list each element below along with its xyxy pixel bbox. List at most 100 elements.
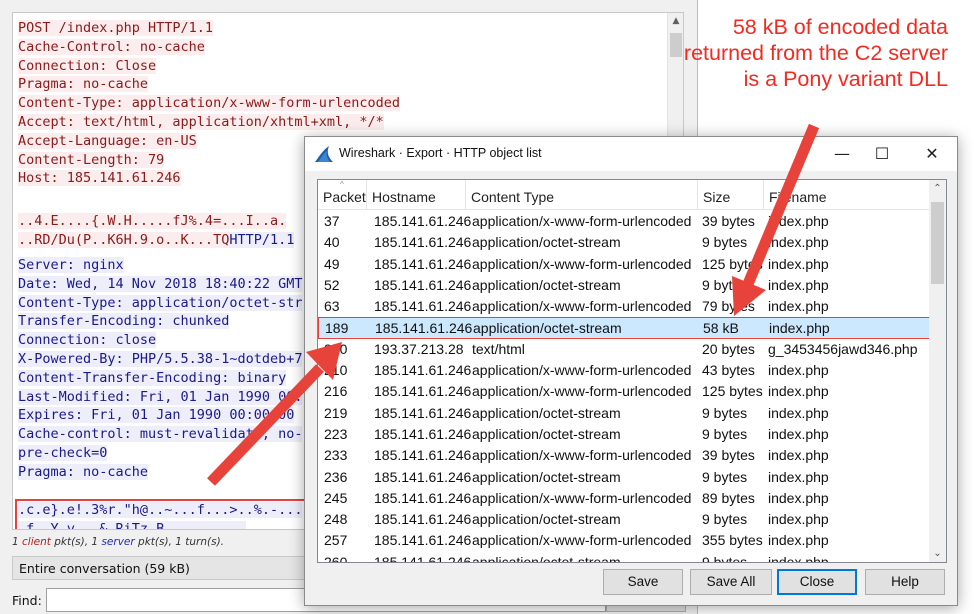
title-bar[interactable]: Wireshark · Export · HTTP object list — … <box>305 137 957 171</box>
cell-type: application/octet-stream <box>472 425 621 442</box>
cell-packet: 233 <box>324 447 348 464</box>
table-row[interactable]: 40 185.141.61.246 application/octet-stream… <box>318 232 930 253</box>
annotation-text: 58 kB of encoded data returned from the … <box>683 15 948 91</box>
cell-type: application/x-www-form-urlencoded <box>472 447 692 464</box>
cell-size: 9 bytes <box>702 468 748 485</box>
save-all-button[interactable]: Save All <box>690 569 772 595</box>
table-row[interactable]: 233 185.141.61.246 application/x-www-form-… <box>318 445 930 466</box>
cell-host: 185.141.61.246 <box>374 213 472 229</box>
column-filename[interactable]: Filename <box>764 180 930 210</box>
cell-packet: 245 <box>324 489 348 506</box>
table-row[interactable]: 200 193.37.213.28 text/html 20 bytes g_34534… <box>318 339 930 360</box>
cell-size: 9 bytes <box>702 404 748 421</box>
cell-host: 185.141.61.246 <box>374 425 472 442</box>
table-row[interactable]: 37 185.141.61.246 application/x-www-form-u… <box>318 211 930 232</box>
cell-packet: 236 <box>324 468 348 485</box>
cell-host: 193.37.213.28 <box>374 340 464 357</box>
cell-packet: 223 <box>324 425 348 442</box>
cell-type: application/x-www-form-urlencoded <box>472 383 692 400</box>
cell-file: index.php <box>769 320 830 337</box>
object-list[interactable]: ^ Packet Hostname Content Type Size File… <box>317 179 947 563</box>
cell-size: 355 bytes <box>702 532 763 549</box>
list-scrollbar[interactable]: ⌃ ⌄ <box>929 180 946 562</box>
cell-type: application/x-www-form-urlencoded <box>472 213 692 229</box>
cell-host: 185.141.61.246 <box>374 532 472 549</box>
cell-file: index.php <box>768 468 829 485</box>
table-row[interactable]: 63 185.141.61.246 application/x-www-form-u… <box>318 296 930 317</box>
cell-type: application/x-www-form-urlencoded <box>472 362 692 379</box>
table-row[interactable]: 245 185.141.61.246 application/x-www-form-… <box>318 488 930 509</box>
cell-size: 9 bytes <box>702 553 748 563</box>
request-body: ..4.E....{.W.H.....fJ%.4=...I..a. ..RD/D… <box>18 213 295 248</box>
cell-host: 185.141.61.246 <box>374 489 472 506</box>
table-row[interactable]: 260 185.141.61.246 application/octet-strea… <box>318 552 930 563</box>
table-row[interactable]: 223 185.141.61.246 application/octet-strea… <box>318 424 930 445</box>
close-icon[interactable]: ✕ <box>909 137 955 171</box>
list-header: ^ Packet Hostname Content Type Size File… <box>318 180 930 210</box>
cell-packet: 189 <box>325 320 349 337</box>
help-button[interactable]: Help <box>865 569 945 595</box>
cell-packet: 257 <box>324 532 348 549</box>
table-row[interactable]: 257 185.141.61.246 application/x-www-form-… <box>318 530 930 551</box>
cell-file: index.php <box>768 425 829 442</box>
cell-file: index.php <box>768 255 829 272</box>
cell-size: 9 bytes <box>702 425 748 442</box>
turns-summary: 1 client pkt(s), 1 server pkt(s), 1 turn… <box>12 536 225 548</box>
table-row[interactable]: 248 185.141.61.246 application/octet-strea… <box>318 509 930 530</box>
cell-packet: 210 <box>324 362 348 379</box>
scroll-up-icon[interactable]: ⌃ <box>929 180 946 197</box>
cell-type: application/octet-stream <box>472 511 621 528</box>
scroll-down-icon[interactable]: ⌄ <box>929 545 946 562</box>
cell-type: text/html <box>472 340 525 357</box>
cell-type: application/octet-stream <box>472 553 621 563</box>
export-object-dialog: Wireshark · Export · HTTP object list — … <box>304 136 958 606</box>
save-button[interactable]: Save <box>603 569 683 595</box>
cell-size: 39 bytes <box>702 447 755 464</box>
cell-host: 185.141.61.246 <box>374 404 472 421</box>
cell-file: g_3453456jawd346.php <box>768 340 918 357</box>
cell-size: 89 bytes <box>702 489 755 506</box>
scrollbar-thumb[interactable] <box>931 202 944 284</box>
cell-host: 185.141.61.246 <box>375 320 473 337</box>
cell-packet: 63 <box>324 298 340 315</box>
table-row[interactable]: 189 185.141.61.246 application/octet-strea… <box>318 317 930 339</box>
cell-file: index.php <box>768 553 829 563</box>
cell-size: 79 bytes <box>702 298 755 315</box>
cell-file: index.php <box>768 404 829 421</box>
cell-size: 9 bytes <box>702 276 748 293</box>
table-row[interactable]: 236 185.141.61.246 application/octet-strea… <box>318 467 930 488</box>
cell-file: index.php <box>768 532 829 549</box>
close-button[interactable]: Close <box>777 569 857 595</box>
column-size[interactable]: Size <box>698 180 764 210</box>
cell-packet: 52 <box>324 276 340 293</box>
cell-size: 43 bytes <box>702 362 755 379</box>
cell-type: application/octet-stream <box>472 276 621 293</box>
cell-type: application/x-www-form-urlencoded <box>472 298 692 315</box>
table-row[interactable]: 49 185.141.61.246 application/x-www-form-u… <box>318 254 930 275</box>
cell-host: 185.141.61.246 <box>374 553 472 563</box>
cell-file: index.php <box>768 383 829 400</box>
table-row[interactable]: 216 185.141.61.246 application/x-www-form-… <box>318 381 930 402</box>
cell-file: index.php <box>768 447 829 464</box>
cell-packet: 248 <box>324 511 348 528</box>
cell-packet: 216 <box>324 383 348 400</box>
cell-file: index.php <box>768 362 829 379</box>
cell-type: application/x-www-form-urlencoded <box>472 532 692 549</box>
table-row[interactable]: 210 185.141.61.246 application/x-www-form-… <box>318 360 930 381</box>
cell-host: 185.141.61.246 <box>374 298 472 315</box>
column-packet[interactable]: ^ Packet <box>318 180 367 210</box>
cell-size: 9 bytes <box>702 234 748 251</box>
cell-file: index.php <box>768 276 829 293</box>
cell-packet: 219 <box>324 404 348 421</box>
cell-host: 185.141.61.246 <box>374 383 472 400</box>
cell-type: application/x-www-form-urlencoded <box>472 489 692 506</box>
column-hostname[interactable]: Hostname <box>367 180 466 210</box>
table-row[interactable]: 219 185.141.61.246 application/octet-strea… <box>318 403 930 424</box>
cell-host: 185.141.61.246 <box>374 468 472 485</box>
cell-host: 185.141.61.246 <box>374 511 472 528</box>
maximize-icon[interactable]: ☐ <box>859 137 905 171</box>
cell-packet: 260 <box>324 553 348 563</box>
table-row[interactable]: 52 185.141.61.246 application/octet-stream… <box>318 275 930 296</box>
cell-file: index.php <box>768 489 829 506</box>
column-content-type[interactable]: Content Type <box>466 180 698 210</box>
